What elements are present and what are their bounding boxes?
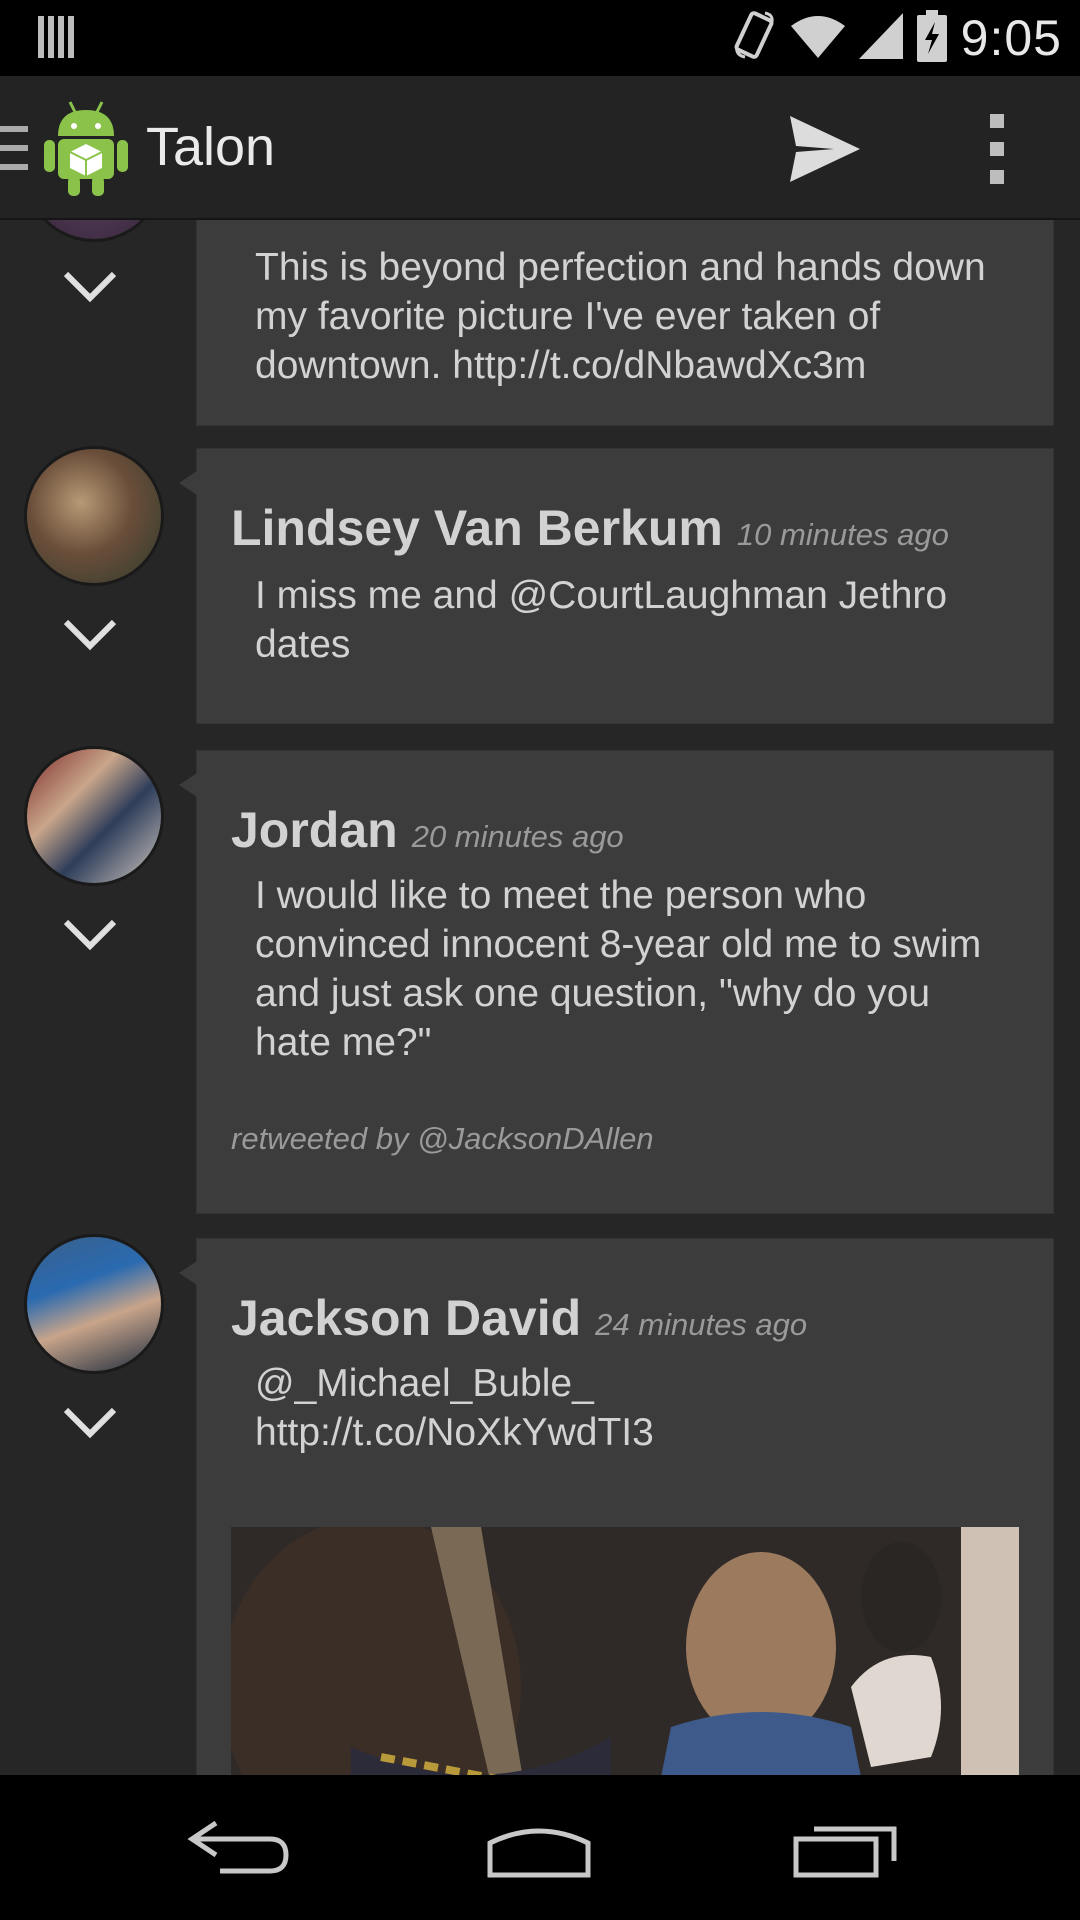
chevron-down-icon[interactable] xyxy=(62,270,118,304)
tweet-image[interactable] xyxy=(231,1527,1019,1775)
home-icon[interactable] xyxy=(484,1815,594,1885)
chevron-down-icon[interactable] xyxy=(62,918,118,952)
battery-charging-icon xyxy=(916,9,947,67)
back-icon[interactable] xyxy=(186,1815,296,1885)
wifi-icon xyxy=(790,14,845,63)
navigation-bar xyxy=(0,1775,1080,1920)
tweet-text: I would like to meet the person who conv… xyxy=(255,874,982,1064)
tweet-author[interactable]: Lindsey Van Berkum xyxy=(231,500,723,556)
recents-icon[interactable] xyxy=(790,1815,900,1885)
app-title: Talon xyxy=(146,117,276,177)
tweet-card[interactable]: This is beyond perfection and hands down… xyxy=(196,220,1054,426)
notification-bars-icon xyxy=(38,16,74,63)
clock: 9:05 xyxy=(960,10,1062,66)
rotation-icon xyxy=(733,10,777,66)
tweet-card[interactable]: Jackson David 24 minutes ago @_Michael_Bu… xyxy=(179,1238,1054,1775)
tweet-card[interactable]: Lindsey Van Berkum 10 minutes ago I miss … xyxy=(179,448,1054,724)
tweet-card[interactable]: Jordan 20 minutes ago I would like to mee… xyxy=(179,750,1054,1214)
tweet-text: I miss me and @CourtLaughman Jethro date… xyxy=(255,574,948,666)
overflow-menu-icon[interactable] xyxy=(980,114,1014,184)
tweet-time: 20 minutes ago xyxy=(411,819,624,854)
card-pointer xyxy=(179,773,197,797)
avatar[interactable] xyxy=(24,1234,164,1374)
tweet-author[interactable]: Jordan xyxy=(231,802,398,858)
retweeted-by[interactable]: retweeted by @JacksonDAllen xyxy=(231,1121,654,1157)
tweet-text: @_Michael_Buble_ http://t.co/NoXkYwdTI3 xyxy=(255,1362,654,1454)
card-pointer xyxy=(179,471,197,495)
timeline-feed[interactable]: This is beyond perfection and hands down… xyxy=(0,220,1080,1775)
chevron-down-icon[interactable] xyxy=(62,618,118,652)
status-bar: 9:05 xyxy=(0,0,1080,76)
tweet-author[interactable]: Jackson David xyxy=(231,1290,581,1346)
card-pointer xyxy=(179,1261,197,1285)
action-bar: Talon xyxy=(0,76,1080,220)
avatar[interactable] xyxy=(24,446,164,586)
android-app-icon[interactable] xyxy=(44,100,128,196)
chevron-down-icon[interactable] xyxy=(62,1406,118,1440)
tweet-time: 10 minutes ago xyxy=(736,517,949,552)
tweet-text: This is beyond perfection and hands down… xyxy=(255,246,986,387)
send-icon[interactable] xyxy=(790,116,860,182)
avatar[interactable] xyxy=(24,746,164,886)
drawer-icon[interactable] xyxy=(0,126,28,170)
signal-icon xyxy=(858,12,903,64)
tweet-time: 24 minutes ago xyxy=(595,1307,808,1342)
